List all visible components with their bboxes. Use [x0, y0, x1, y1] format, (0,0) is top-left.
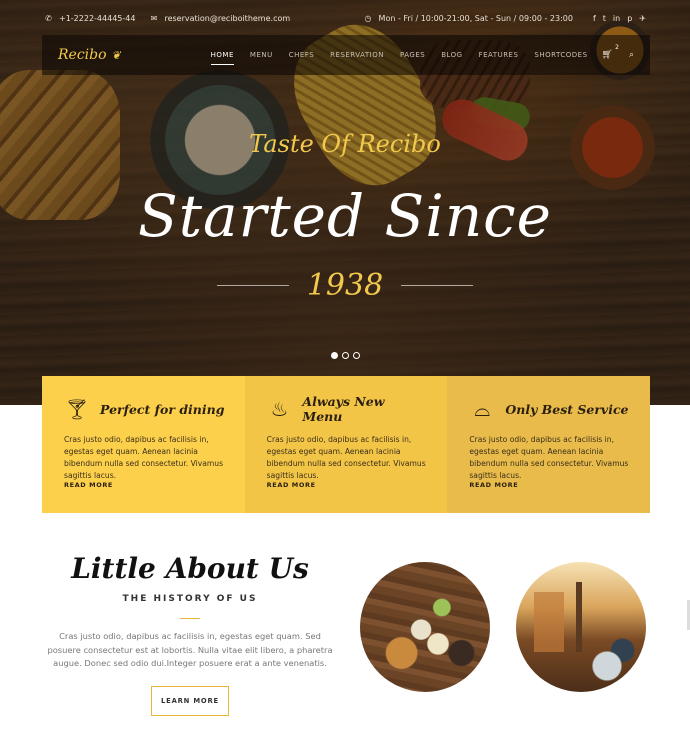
top-info-bar: ✆ +1-2222-44445-44 ✉ reservation@reciboi… [44, 10, 646, 26]
clock-icon: ◷ [364, 13, 372, 23]
nav-item-shortcodes[interactable]: SHORTCODES [526, 35, 595, 75]
feature-text: Cras justo odio, dapibus ac facilisis in… [64, 435, 224, 480]
accent-divider [180, 618, 200, 619]
soup-bowl-icon: ♨ [270, 397, 289, 421]
about-title: Little About Us [71, 552, 309, 585]
about-subtitle: THE HISTORY OF US [122, 594, 258, 604]
facebook-icon[interactable]: f [593, 14, 596, 23]
phone-number: +1-2222-44445-44 [59, 13, 136, 23]
feature-text: Cras justo odio, dapibus ac facilisis in… [266, 435, 426, 480]
email-address: reservation@reciboitheme.com [164, 13, 291, 23]
feature-title: Perfect for dining [100, 401, 225, 417]
slide-dot-3[interactable] [352, 352, 360, 359]
about-text: Cras justo odio, dapibus ac facilisis in… [47, 631, 333, 668]
opening-hours: ◷ Mon - Fri / 10:00-21:00, Sat - Sun / 0… [364, 14, 646, 23]
feature-card-dining: 🍸︎ Perfect for dining Cras justo odio, d… [42, 376, 245, 513]
nav-item-home[interactable]: HOME [203, 35, 242, 75]
linkedin-icon[interactable]: in [613, 14, 620, 23]
hero-year: 1938 [306, 268, 384, 303]
cart-icon: 🛒︎ [601, 50, 613, 60]
feature-title: Only Best Service [505, 401, 629, 417]
hours-text: Mon - Fri / 10:00-21:00, Sat - Sun / 09:… [378, 13, 573, 23]
cart-button[interactable]: 🛒︎ 2 [601, 44, 619, 60]
email-info[interactable]: ✉ reservation@reciboitheme.com [149, 13, 291, 23]
nav-item-reservation[interactable]: RESERVATION [322, 35, 392, 75]
feature-text: Cras justo odio, dapibus ac facilisis in… [469, 435, 629, 480]
read-more-link[interactable]: READ MORE [267, 481, 316, 489]
hero-year-row: 1938 [0, 268, 690, 303]
pinterest-icon[interactable]: p [627, 14, 632, 23]
nav-item-blog[interactable]: BLOG [433, 35, 470, 75]
menu-items: HOME MENU CHEFS RESERVATION PAGES BLOG F… [203, 35, 634, 75]
cocktail-icon: 🍸︎ [64, 397, 90, 421]
site-logo[interactable]: Recibo ❦ [58, 47, 121, 63]
nav-item-pages[interactable]: PAGES [392, 35, 433, 75]
learn-more-button[interactable]: LEARN MORE [151, 686, 229, 716]
hero-banner: ✆ +1-2222-44445-44 ✉ reservation@reciboi… [0, 0, 690, 405]
logo-text: Recibo [58, 47, 107, 63]
main-navigation: Recibo ❦ HOME MENU CHEFS RESERVATION PAG… [42, 35, 650, 75]
cart-count: 2 [615, 44, 619, 51]
phone-info[interactable]: ✆ +1-2222-44445-44 [44, 14, 135, 23]
feature-card-service: ⌓ Only Best Service Cras justo odio, dap… [447, 376, 651, 513]
nav-item-menu[interactable]: MENU [242, 35, 281, 75]
features-strip: 🍸︎ Perfect for dining Cras justo odio, d… [42, 376, 651, 513]
feature-title: Always New Menu [302, 394, 385, 424]
feature-card-menu: ♨ Always New Menu Cras justo odio, dapib… [244, 376, 448, 513]
divider-line [216, 285, 289, 286]
read-more-link[interactable]: READ MORE [469, 481, 518, 489]
divider-line [401, 285, 474, 286]
restaurant-interior-photo [516, 562, 646, 692]
social-links: f t in p ✈ [593, 14, 646, 23]
envelope-icon: ✉ [150, 13, 158, 23]
twitter-bird-icon[interactable]: ✈ [639, 14, 646, 23]
phone-icon: ✆ [45, 13, 52, 23]
cheese-board-photo [360, 562, 490, 692]
nav-item-features[interactable]: FEATURES [471, 35, 527, 75]
slider-dots [0, 352, 690, 359]
nav-item-chefs[interactable]: CHEFS [281, 35, 322, 75]
slide-dot-2[interactable] [341, 352, 349, 359]
hero-headline: Started Since [138, 182, 552, 250]
whisk-icon: ❦ [111, 48, 121, 62]
search-icon[interactable]: ⌕ [629, 50, 634, 60]
read-more-link[interactable]: READ MORE [64, 481, 113, 489]
hero-tagline: Taste Of Recibo [249, 130, 441, 158]
twitter-icon[interactable]: t [603, 14, 606, 23]
slide-dot-1[interactable] [330, 352, 338, 359]
cloche-icon: ⌓ [474, 397, 491, 421]
